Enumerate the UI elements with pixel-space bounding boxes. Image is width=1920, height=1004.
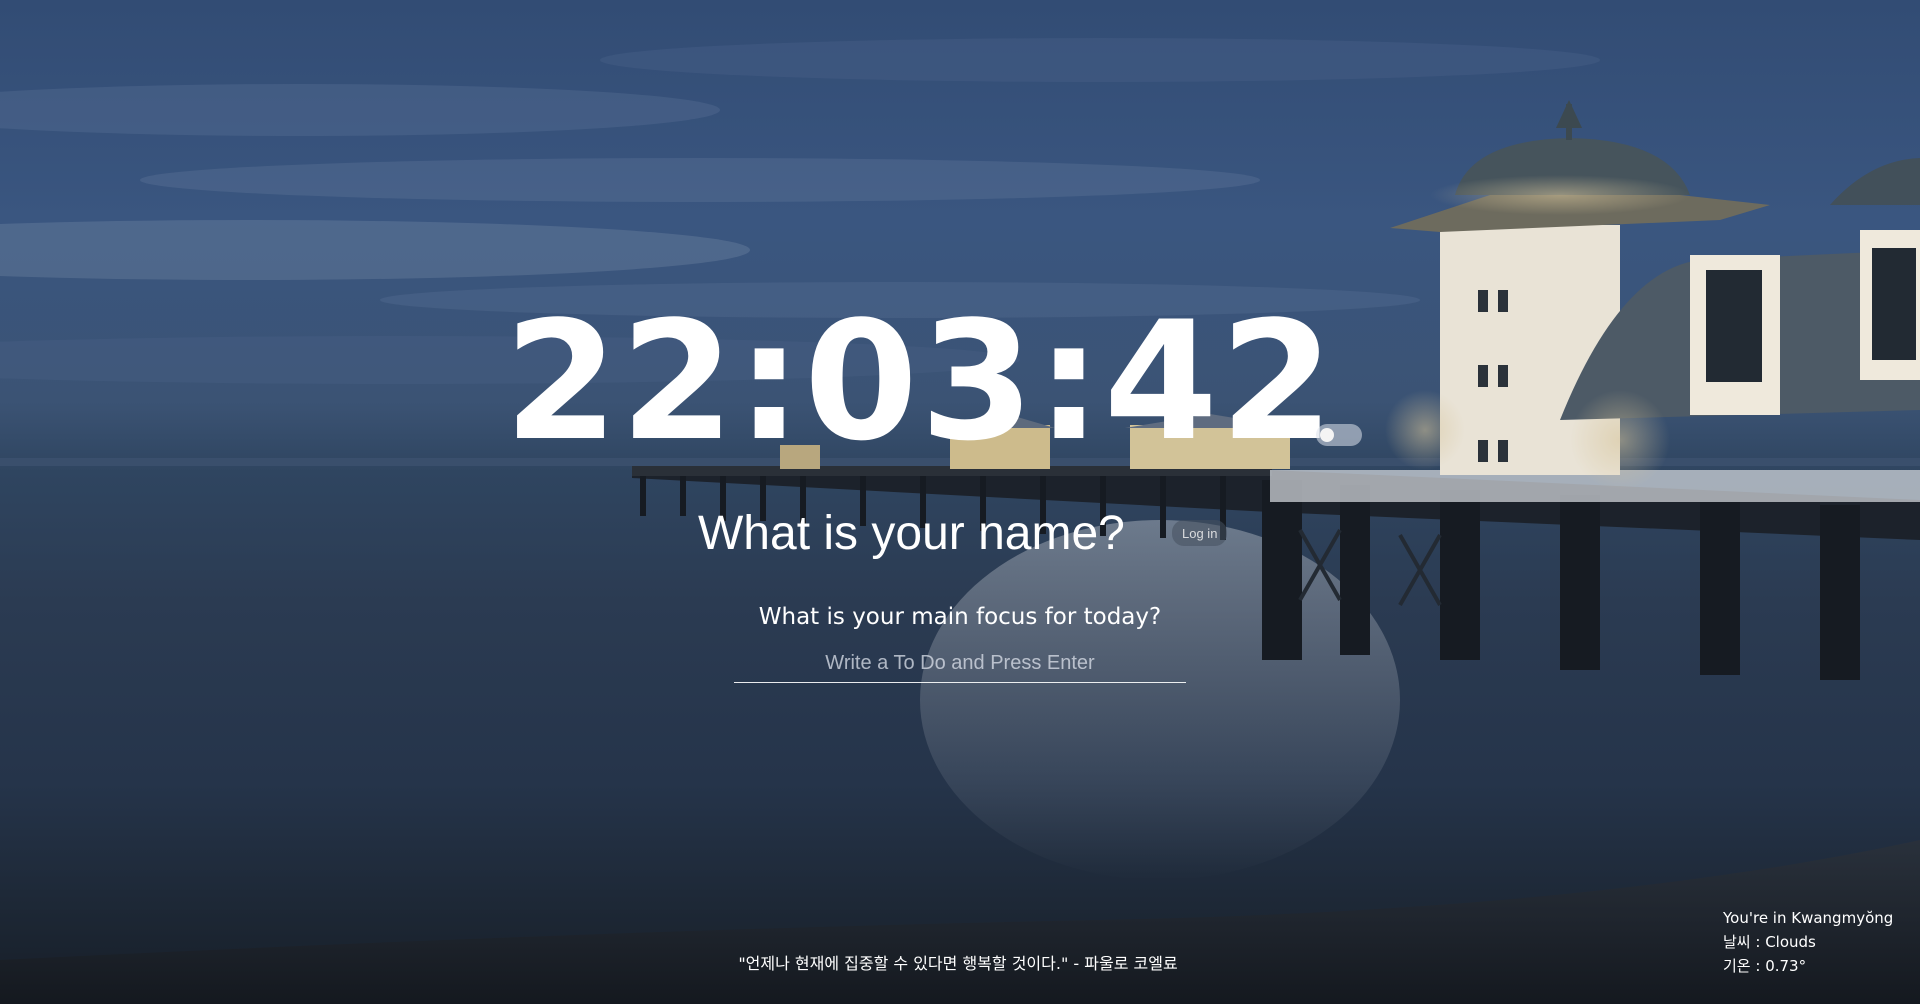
quote-text: "언제나 현재에 집중할 수 있다면 행복할 것이다." - 파울로 코엘료: [738, 954, 1178, 973]
login-form: Log in: [698, 500, 1228, 566]
clock-time: 22:03:42: [504, 286, 1336, 477]
weather-temperature: 기온 : 0.73°: [1723, 957, 1807, 975]
name-input[interactable]: [698, 505, 1128, 561]
toggle-knob: [1320, 428, 1334, 442]
login-button[interactable]: Log in: [1172, 520, 1228, 546]
weather-location: You're in Kwangmyŏng: [1723, 909, 1894, 927]
theme-toggle[interactable]: [1316, 424, 1362, 446]
todo-input[interactable]: [734, 648, 1186, 683]
quote: "언제나 현재에 집중할 수 있다면 행복할 것이다." - 파울로 코엘료: [0, 950, 1920, 974]
weather-condition: 날씨 : Clouds: [1723, 933, 1816, 951]
focus-title: What is your main focus for today?: [758, 604, 1162, 630]
weather-widget: You're in Kwangmyŏng 날씨 : Clouds 기온 : 0.…: [1723, 906, 1893, 978]
clock: 22:03:42: [0, 300, 1920, 464]
